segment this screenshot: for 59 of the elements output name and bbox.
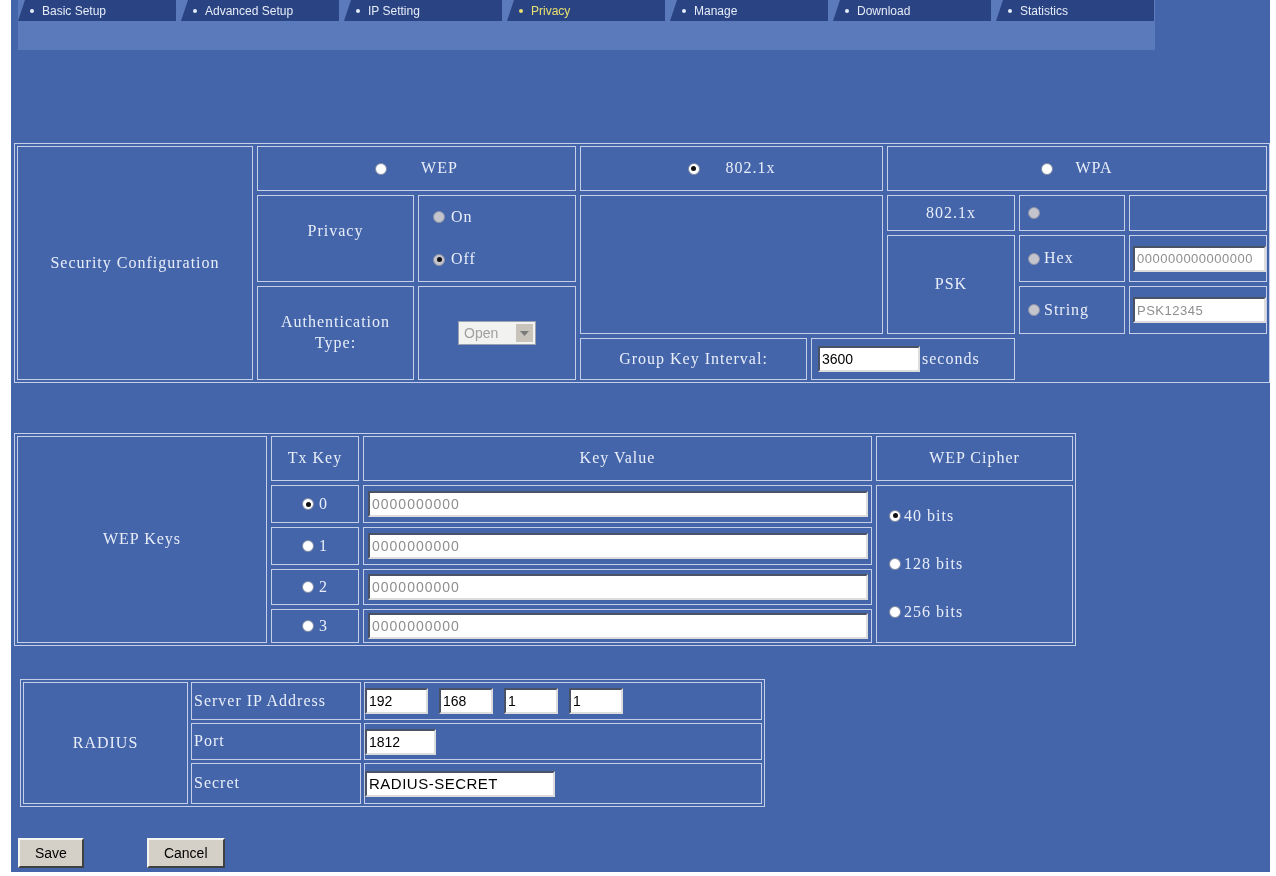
option-label: On <box>451 206 473 227</box>
field-label: Server IP Address <box>194 690 326 711</box>
bullet-icon <box>519 8 523 13</box>
field-label: Authentication Type: <box>279 312 392 354</box>
cancel-button[interactable]: Cancel <box>146 838 225 868</box>
option-label: WEP <box>421 158 458 179</box>
radio-button[interactable] <box>889 558 901 570</box>
field-label: 802.1x <box>926 202 976 223</box>
nav-tab[interactable]: Basic Setup <box>18 0 176 21</box>
nav-tab[interactable]: Statistics <box>996 0 1154 21</box>
radio-button[interactable] <box>889 510 901 522</box>
ip-octet-field[interactable]: 168 <box>439 688 493 714</box>
interval-field[interactable]: 3600 <box>818 346 920 372</box>
key-index: 3 <box>319 615 328 636</box>
bullet-icon <box>1008 8 1012 13</box>
nav-tab[interactable]: Advanced Setup <box>181 0 339 21</box>
option-label: 256 bits <box>904 601 964 622</box>
option-label: Off <box>451 249 476 270</box>
section-label: Security Configuration <box>50 252 220 274</box>
column-header: Key Value <box>579 448 656 469</box>
radio-button[interactable] <box>687 162 700 175</box>
ip-octet-field[interactable]: 1 <box>504 688 558 714</box>
option-label: 128 bits <box>904 553 964 574</box>
option-label: Hex <box>1044 248 1074 269</box>
nav-tab[interactable]: IP Setting <box>344 0 502 21</box>
field-label: Privacy <box>307 221 364 242</box>
bullet-icon <box>356 8 360 13</box>
key-index: 0 <box>319 493 328 514</box>
field-label: Group Key Interval: <box>619 348 768 370</box>
option-label: 802.1x <box>725 158 776 179</box>
secret-field[interactable]: RADIUS-SECRET <box>365 770 555 797</box>
field-label: PSK <box>934 274 968 295</box>
port-field[interactable]: 1812 <box>365 728 436 755</box>
option-label: String <box>1044 299 1090 321</box>
key-index: 1 <box>319 535 328 556</box>
radio-button[interactable] <box>1041 162 1054 175</box>
radio-button[interactable] <box>375 162 388 175</box>
ip-octet-field[interactable]: 1 <box>569 688 623 714</box>
field-label: Port <box>194 731 225 752</box>
field-label: Secret <box>194 773 240 794</box>
save-button[interactable]: Save <box>18 838 84 868</box>
caret-icon <box>516 324 533 342</box>
option-label: 40 bits <box>904 505 955 526</box>
bullet-icon <box>682 8 686 13</box>
bullet-icon <box>845 8 849 13</box>
radio-button[interactable] <box>889 606 901 618</box>
section-label: RADIUS <box>72 732 139 753</box>
unit-label: seconds <box>922 348 980 369</box>
nav-tab[interactable]: Download <box>833 0 991 21</box>
nav-tab[interactable]: Privacy <box>507 0 665 21</box>
key-index: 2 <box>319 576 328 597</box>
column-header: Tx Key <box>287 448 343 469</box>
column-header: WEP Cipher <box>929 448 1020 469</box>
bullet-icon <box>193 8 197 13</box>
bullet-icon <box>30 8 34 13</box>
option-label: WPA <box>1075 158 1113 179</box>
nav-tab[interactable]: Manage <box>670 0 828 21</box>
section-label: WEP Keys <box>102 529 182 550</box>
ip-octet-field[interactable]: 192 <box>365 688 428 714</box>
